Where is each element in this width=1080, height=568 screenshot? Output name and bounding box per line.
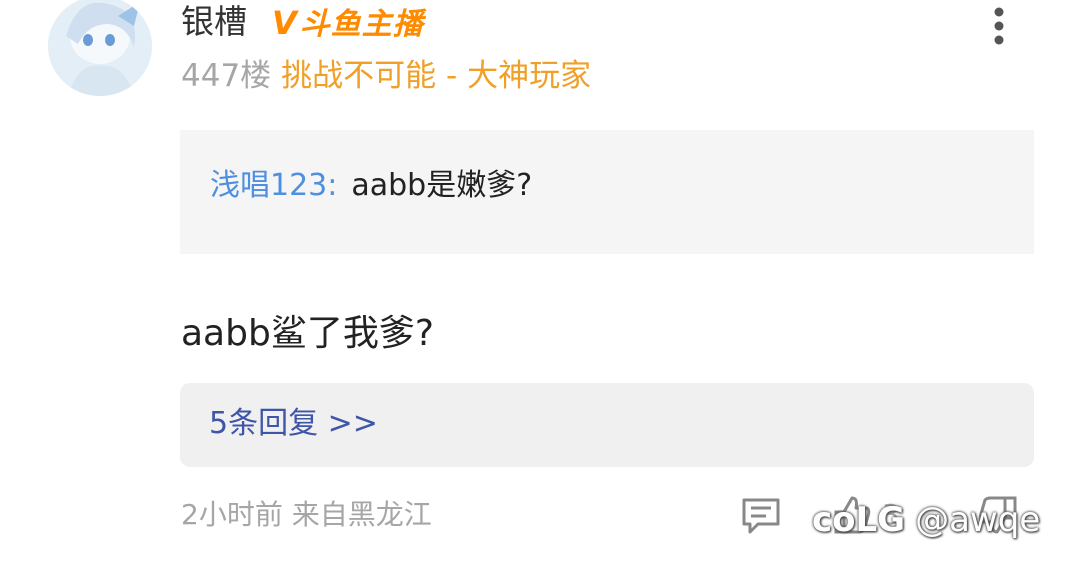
watermark-handle: @awqe xyxy=(915,500,1041,540)
badge-v-icon: V xyxy=(272,4,298,42)
user-avatar[interactable] xyxy=(48,0,152,96)
user-title: 挑战不可能 - 大神玩家 xyxy=(281,58,592,94)
avatar-image xyxy=(48,0,152,96)
quote-content: 浅唱123: aabb是嫩爹? xyxy=(210,166,532,206)
quote-username[interactable]: 浅唱123: xyxy=(210,168,337,203)
view-replies-link[interactable]: 5条回复 >> xyxy=(209,405,378,443)
floor-number: 447楼 xyxy=(181,58,272,94)
watermark: coLG @awqe xyxy=(812,498,1040,542)
streamer-badge: V斗鱼主播 xyxy=(272,4,424,44)
quote-body: aabb是嫩爹? xyxy=(351,168,533,203)
watermark-logo: coLG xyxy=(812,500,906,540)
username[interactable]: 银槽 xyxy=(181,2,247,42)
time-location: 2小时前 来自黑龙江 xyxy=(181,498,432,531)
post-meta: 447楼 挑战不可能 - 大神玩家 xyxy=(181,56,591,96)
comment-icon xyxy=(742,498,780,534)
post-body: aabb鲨了我爹? xyxy=(181,313,434,354)
quoted-reply[interactable]: 浅唱123: aabb是嫩爹? xyxy=(180,130,1034,254)
replies-box[interactable]: 5条回复 >> xyxy=(180,383,1034,467)
more-options-button[interactable] xyxy=(985,4,1013,48)
badge-label: 斗鱼主播 xyxy=(299,7,424,42)
more-vertical-icon xyxy=(994,7,1004,45)
comment-button[interactable] xyxy=(740,496,782,536)
